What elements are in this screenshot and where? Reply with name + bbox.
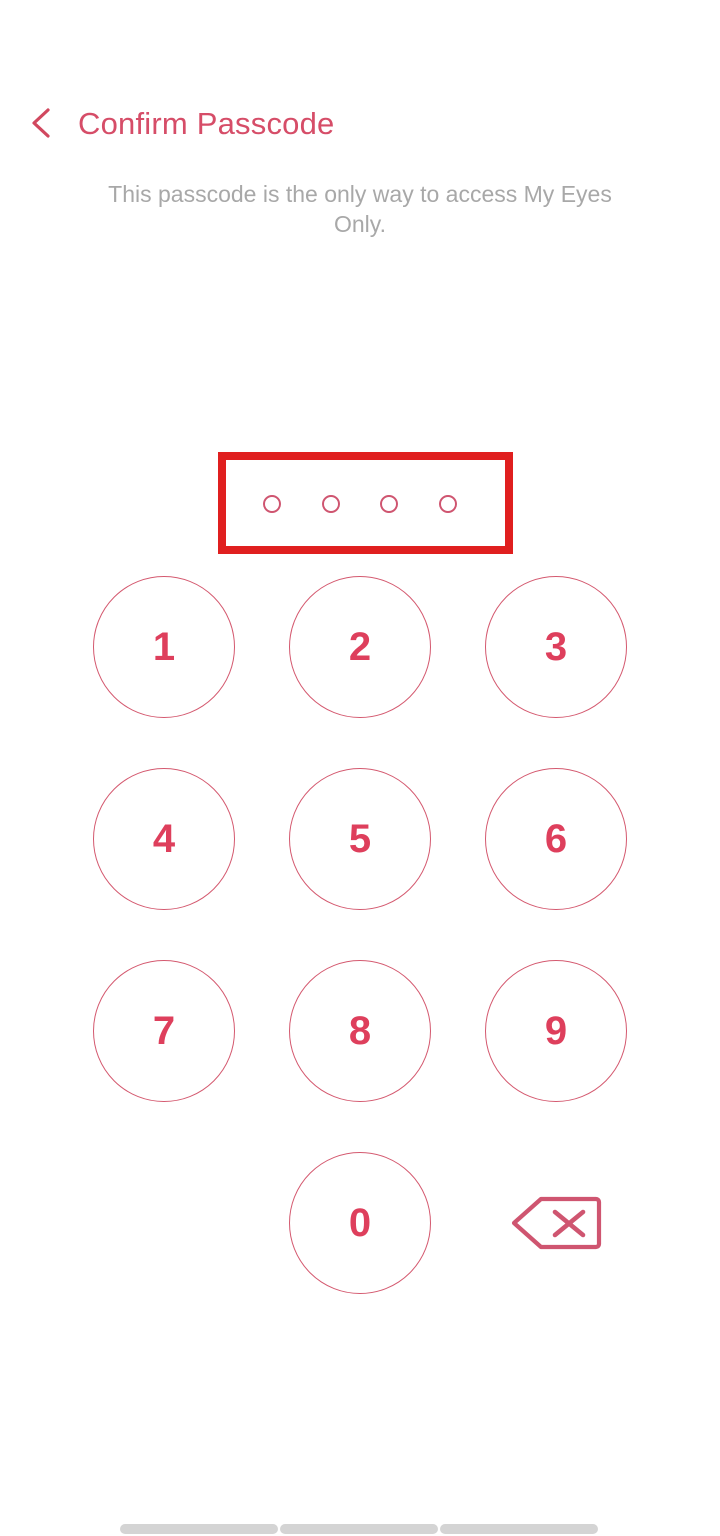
keypad-key-4[interactable]: 4 — [93, 768, 235, 910]
keypad-key-6[interactable]: 6 — [485, 768, 627, 910]
chevron-left-icon — [32, 108, 50, 138]
passcode-dot — [380, 495, 399, 513]
back-button[interactable] — [14, 96, 68, 150]
nav-segment-recents[interactable] — [120, 1524, 278, 1534]
keypad-key-label: 3 — [544, 624, 568, 669]
keypad-key-9[interactable]: 9 — [485, 960, 627, 1102]
keypad-key-2[interactable]: 2 — [289, 576, 431, 718]
keypad-key-8[interactable]: 8 — [289, 960, 431, 1102]
keypad-key-label: 9 — [544, 1008, 568, 1053]
nav-segment-back[interactable] — [440, 1524, 598, 1534]
backspace-key[interactable] — [485, 1152, 627, 1294]
keypad-key-label: 0 — [348, 1200, 372, 1245]
passcode-dot — [321, 495, 340, 513]
system-navigation-bar — [120, 1524, 600, 1534]
keypad-key-label: 8 — [348, 1008, 372, 1053]
keypad-key-0[interactable]: 0 — [289, 1152, 431, 1294]
keypad-key-label: 7 — [152, 1008, 176, 1053]
keypad-key-label: 1 — [152, 624, 176, 669]
backspace-icon — [511, 1196, 602, 1250]
keypad-key-label: 4 — [152, 816, 176, 861]
keypad-key-7[interactable]: 7 — [93, 960, 235, 1102]
passcode-description: This passcode is the only way to access … — [108, 181, 612, 237]
app-header: Confirm Passcode — [0, 96, 720, 150]
keypad-key-label: 2 — [348, 624, 372, 669]
keypad-key-5[interactable]: 5 — [289, 768, 431, 910]
passcode-dots-row — [263, 494, 457, 514]
keypad-key-label: 5 — [348, 816, 372, 861]
keypad-blank — [93, 1152, 235, 1294]
nav-segment-home[interactable] — [280, 1524, 438, 1534]
keypad-key-1[interactable]: 1 — [93, 576, 235, 718]
passcode-dot — [438, 495, 457, 513]
passcode-dot — [263, 495, 281, 513]
keypad-key-label: 6 — [544, 816, 568, 861]
keypad-key-3[interactable]: 3 — [485, 576, 627, 718]
page-title: Confirm Passcode — [78, 105, 335, 141]
